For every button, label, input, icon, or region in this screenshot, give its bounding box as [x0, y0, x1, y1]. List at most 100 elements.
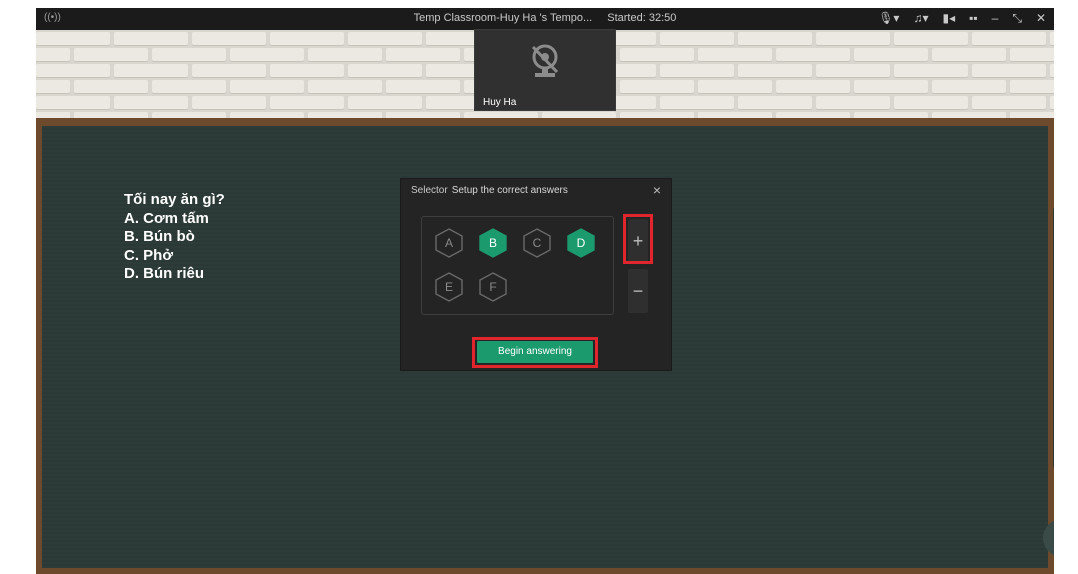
brick	[660, 64, 734, 78]
bubble-icon[interactable]: ●	[1053, 380, 1054, 394]
brick	[776, 48, 850, 62]
option-label: D	[576, 236, 586, 250]
speaker-icon[interactable]: ♫▾	[913, 11, 928, 26]
brick	[854, 80, 928, 94]
brick	[230, 48, 304, 62]
option-label: C	[532, 236, 542, 250]
brick	[894, 64, 968, 78]
brick	[972, 64, 1046, 78]
restore-icon[interactable]: ⤡	[1012, 11, 1022, 26]
brick	[270, 32, 344, 46]
brick	[738, 96, 812, 110]
titlebar-controls: 🎙︎▾ ♫▾ ▮◂ ▪▪ – ⤡ ✕	[878, 11, 1046, 26]
brick	[1050, 64, 1054, 78]
brick	[192, 96, 266, 110]
brick	[36, 48, 70, 62]
brick	[270, 96, 344, 110]
option-b-button[interactable]: B	[479, 228, 507, 258]
camera-tile[interactable]: Huy Ha	[474, 29, 616, 111]
option-e-button[interactable]: E	[435, 272, 463, 302]
started-time: Started: 32:50	[607, 12, 677, 24]
option-label: A	[444, 236, 453, 250]
option-c-button[interactable]: C	[523, 228, 551, 258]
brick	[36, 64, 110, 78]
minimize-icon[interactable]: –	[992, 11, 999, 26]
brick	[192, 32, 266, 46]
dialog-title: Selector Setup the correct answers	[411, 185, 568, 196]
raise-hand-button[interactable]	[1043, 519, 1054, 557]
brick	[854, 48, 928, 62]
brick	[932, 48, 1006, 62]
brick	[114, 96, 188, 110]
brick	[816, 32, 890, 46]
brick	[620, 48, 694, 62]
brick	[1050, 96, 1054, 110]
close-icon[interactable]: ×	[653, 182, 661, 198]
question-line: A. Cơm tấm	[124, 209, 209, 227]
brick	[816, 96, 890, 110]
option-f-button[interactable]: F	[479, 272, 507, 302]
brick	[894, 96, 968, 110]
option-a-button[interactable]: A	[435, 228, 463, 258]
begin-answering-button[interactable]: Begin answering	[477, 341, 593, 363]
brick	[738, 32, 812, 46]
brick	[74, 48, 148, 62]
brick	[816, 64, 890, 78]
brick	[348, 96, 422, 110]
text-icon[interactable]: T	[1053, 282, 1054, 296]
classroom-window: ((•)) Temp Classroom-Huy Ha 's Tempo... …	[36, 8, 1054, 574]
titlebar: ((•)) Temp Classroom-Huy Ha 's Tempo... …	[36, 8, 1054, 30]
toolbox-icon[interactable]: ▤	[1053, 429, 1054, 443]
question-line: C. Phở	[124, 246, 173, 264]
question-text: Tối nay ăn gì? A. Cơm tấm B. Bún bò C. P…	[124, 191, 225, 284]
option-label: E	[444, 280, 453, 294]
brick	[36, 96, 110, 110]
delete-icon[interactable]: ▥	[1053, 331, 1054, 345]
brick	[972, 32, 1046, 46]
classroom-title: Temp Classroom-Huy Ha 's Tempo...	[413, 12, 593, 24]
brick	[230, 80, 304, 94]
grid-icon[interactable]: ▪▪	[969, 11, 978, 26]
brick	[660, 96, 734, 110]
cloud-icon[interactable]: ☁	[1053, 404, 1054, 418]
eraser-icon[interactable]: ✕	[1053, 306, 1054, 320]
brick	[386, 48, 460, 62]
brick	[308, 80, 382, 94]
close-icon[interactable]: ✕	[1036, 11, 1046, 26]
pen-icon[interactable]: ✎	[1053, 257, 1054, 274]
option-label: B	[488, 236, 497, 250]
dialog-title-label: Selector	[411, 185, 448, 196]
brick	[270, 64, 344, 78]
brick	[894, 32, 968, 46]
camera-off-icon	[531, 44, 559, 77]
brick	[1010, 80, 1054, 94]
question-line: Tối nay ăn gì?	[124, 191, 225, 208]
question-line: B. Bún bò	[124, 228, 195, 245]
brick	[386, 80, 460, 94]
brick	[1050, 32, 1054, 46]
area-select-icon[interactable]: ⬚	[1053, 233, 1054, 247]
question-line: D. Bún riêu	[124, 265, 205, 282]
brick	[698, 80, 772, 94]
brick	[308, 48, 382, 62]
brick	[776, 80, 850, 94]
brick	[36, 80, 70, 94]
highlight-box	[623, 214, 653, 264]
brick	[192, 64, 266, 78]
brick	[114, 64, 188, 78]
camera-icon[interactable]: ▮◂	[942, 11, 955, 26]
brick	[348, 32, 422, 46]
users-icon[interactable]: 👥	[1053, 453, 1054, 467]
brick	[152, 48, 226, 62]
select-icon[interactable]: ↖	[1053, 208, 1054, 222]
brick	[36, 32, 110, 46]
brick	[972, 96, 1046, 110]
remove-option-button[interactable]: −	[628, 269, 648, 313]
mic-icon[interactable]: 🎙︎▾	[878, 11, 899, 26]
brick	[114, 32, 188, 46]
participant-name: Huy Ha	[483, 97, 517, 108]
brick	[152, 80, 226, 94]
shape-icon[interactable]: ○	[1053, 355, 1054, 369]
option-d-button[interactable]: D	[567, 228, 595, 258]
brick	[932, 80, 1006, 94]
